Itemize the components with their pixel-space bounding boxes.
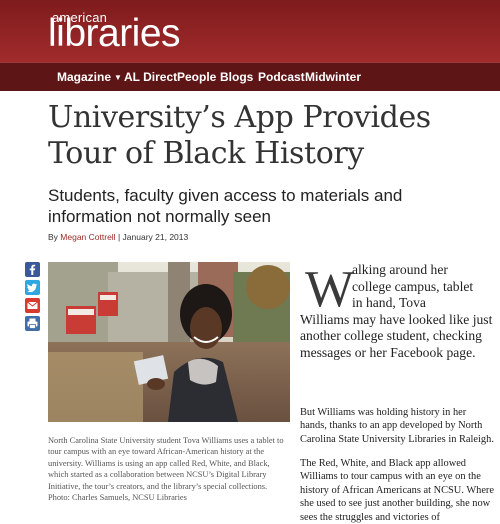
article-date: January 21, 2013	[122, 232, 189, 242]
intro-line-2: college campus, tablet	[352, 278, 474, 294]
facebook-icon[interactable]	[25, 262, 40, 277]
article-photo	[48, 262, 290, 422]
intro-paragraph: alking around her college campus, tablet…	[300, 262, 495, 362]
byline-separator: |	[117, 232, 121, 242]
logo[interactable]: libraries	[48, 14, 181, 53]
intro-line-3: in hand, Tova	[352, 295, 426, 311]
nav-item-al-direct[interactable]: AL Direct	[124, 70, 177, 84]
main-nav: Magazine ▼ AL Direct People Blogs Podcast…	[0, 62, 500, 91]
nav-item-blogs[interactable]: Blogs	[220, 70, 253, 84]
body-paragraph: The Red, White, and Black app allowed Wi…	[300, 458, 495, 523]
byline-prefix: By	[48, 232, 58, 242]
nav-item-podcast[interactable]: Podcast	[258, 70, 305, 84]
author-link[interactable]: Megan Cottrell	[60, 232, 115, 242]
byline: By Megan Cottrell | January 21, 2013	[48, 232, 188, 242]
twitter-icon[interactable]	[25, 280, 40, 295]
intro-rest: Williams may have looked like just anoth…	[300, 311, 493, 360]
nav-item-people[interactable]: People	[177, 70, 216, 84]
intro-line-1: alking around her	[352, 262, 448, 277]
nav-item-magazine[interactable]: Magazine ▼	[57, 70, 122, 84]
article-subtitle: Students, faculty given access to materi…	[48, 186, 403, 226]
nav-item-label: Magazine	[57, 70, 112, 84]
photo-caption: North Carolina State University student …	[48, 436, 284, 503]
article-title: University’s App Provides Tour of Black …	[48, 100, 431, 171]
body-paragraph: But Williams was holding history in her …	[300, 407, 494, 445]
email-icon[interactable]	[25, 298, 40, 313]
nav-item-midwinter[interactable]: Midwinter	[305, 70, 361, 84]
masthead: american libraries	[0, 0, 500, 62]
print-icon[interactable]	[25, 316, 40, 331]
chevron-down-icon: ▼	[114, 73, 122, 82]
